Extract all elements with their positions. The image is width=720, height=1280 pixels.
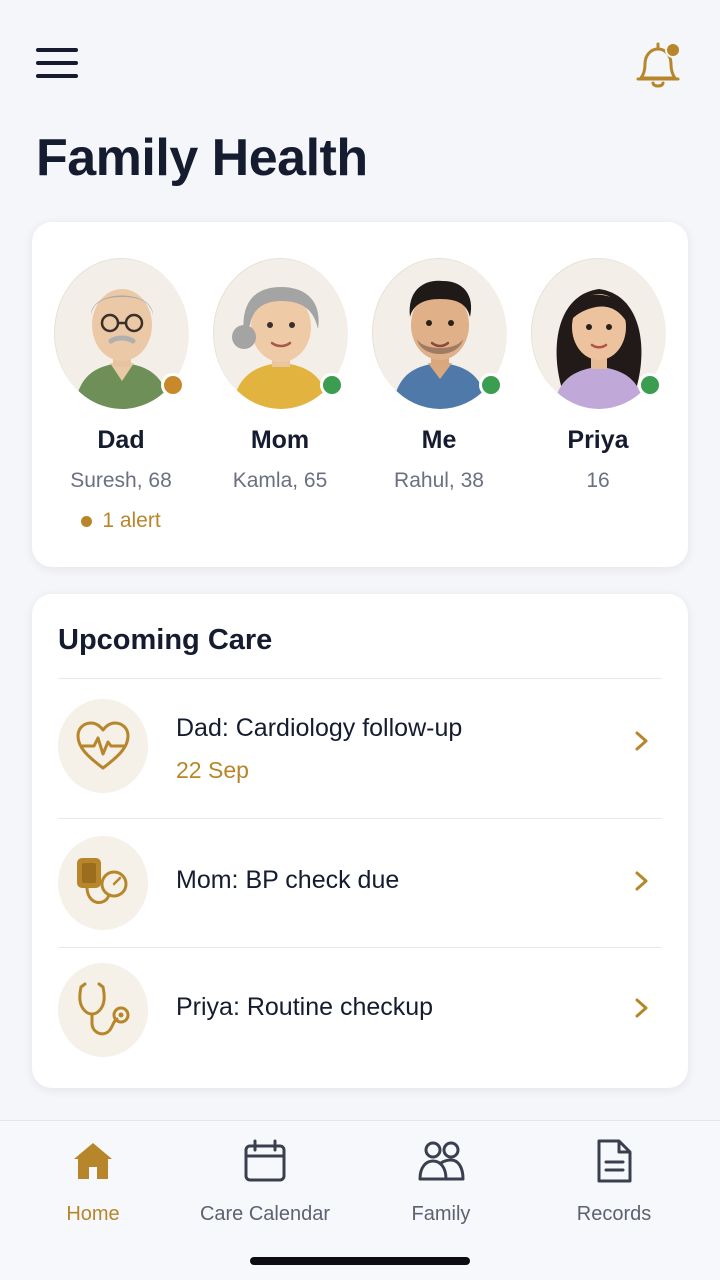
member-dad[interactable]: Dad Suresh, 68 1 alert [52,258,190,533]
bottom-navigation: Home Care Calendar Family Records [0,1120,720,1280]
nav-label: Care Calendar [199,1203,331,1225]
member-details: 16 [586,469,610,492]
chevron-right-icon [635,998,648,1018]
alert-text: 1 alert [102,509,161,532]
avatar [213,258,348,409]
blood-pressure-monitor-icon [58,836,148,930]
home-icon [74,1143,112,1179]
nav-label: Home [66,1203,120,1225]
heartbeat-icon [58,699,148,793]
care-item-title: Dad: Cardiology follow-up [176,714,463,742]
member-details: Rahul, 38 [394,469,484,492]
care-text: Priya: Routine checkup [176,993,433,1022]
section-title: Upcoming Care [58,624,273,656]
care-item-bp-check[interactable]: Mom: BP check due [58,820,662,948]
document-icon [597,1139,632,1183]
member-label: Dad [97,426,145,454]
hamburger-menu-icon[interactable] [36,46,80,82]
calendar-icon [244,1139,286,1182]
alert-badge[interactable]: 1 alert [52,509,190,533]
bell-icon[interactable] [632,38,684,92]
member-details: Kamla, 65 [232,469,328,492]
care-text: Dad: Cardiology follow-up 22 Sep [176,714,462,784]
chevron-right-icon [635,731,648,751]
care-item-routine-checkup[interactable]: Priya: Routine checkup [58,949,662,1077]
care-item-cardiology[interactable]: Dad: Cardiology follow-up 22 Sep [58,682,662,810]
family-members-card: Dad Suresh, 68 1 alert Mom Kamla, 65 Me … [32,222,688,567]
nav-family[interactable]: Family [356,1139,526,1226]
alert-dot [81,515,93,527]
top-bar [0,0,720,110]
member-label: Me [421,426,457,454]
avatar [372,258,507,409]
home-indicator [250,1257,470,1265]
member-label: Mom [250,426,310,454]
member-priya[interactable]: Priya 16 [529,258,667,493]
member-label: Priya [567,426,629,454]
divider [58,947,662,948]
nav-label: Records [576,1203,652,1225]
nav-label: Family [411,1203,471,1225]
member-me[interactable]: Me Rahul, 38 [370,258,508,493]
people-icon [418,1141,465,1181]
avatar [531,258,666,409]
nav-care-calendar[interactable]: Care Calendar [180,1139,350,1226]
notification-dot [665,42,681,58]
care-item-title: Mom: BP check due [176,866,400,894]
avatar [54,258,189,409]
care-item-title: Priya: Routine checkup [176,993,434,1021]
nav-home[interactable]: Home [8,1139,178,1226]
page-title: Family Health [36,129,368,187]
status-dot [161,373,185,397]
care-item-date: 22 Sep [176,757,249,783]
chevron-right-icon [635,871,648,891]
status-dot [638,373,662,397]
stethoscope-icon [58,963,148,1057]
status-dot [479,373,503,397]
divider [58,678,662,679]
care-text: Mom: BP check due [176,866,399,895]
nav-records[interactable]: Records [529,1139,699,1226]
member-details: Suresh, 68 [70,469,172,492]
member-mom[interactable]: Mom Kamla, 65 [211,258,349,493]
upcoming-care-card: Upcoming Care Dad: Cardiology follow-up … [32,594,688,1088]
divider [58,818,662,819]
status-dot [320,373,344,397]
